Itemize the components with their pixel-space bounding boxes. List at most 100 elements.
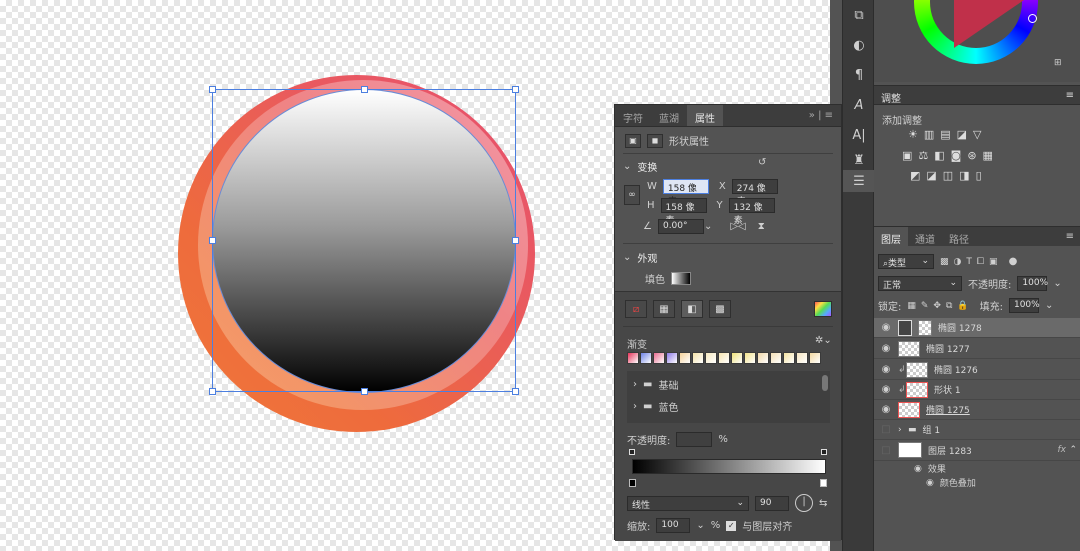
angle-dropdown-icon[interactable]: ⌄	[704, 221, 712, 232]
layer-row[interactable]: ◉ 椭圆 1277	[874, 339, 1080, 359]
scale-dropdown-icon[interactable]: ⌄	[696, 520, 704, 531]
opacity-field[interactable]	[676, 432, 713, 447]
layer-filter-select[interactable]: ⌕类型 ⌄	[878, 254, 934, 269]
gradient-preset-swatch[interactable]	[666, 352, 678, 364]
layer-row[interactable]: □ 图层 1283 fx ⌃	[874, 440, 1080, 461]
shape-icon[interactable]: ▣	[625, 133, 641, 148]
blend-mode-select[interactable]: 正常 ⌄	[878, 276, 962, 291]
character-icon[interactable]: A	[843, 90, 875, 120]
tab-character[interactable]: 字符	[615, 105, 651, 126]
eye-icon[interactable]: ◉	[914, 464, 922, 474]
layer-name[interactable]: 图层 1283	[928, 444, 972, 457]
handle-middle-left[interactable]	[209, 237, 216, 244]
angle-dial-icon[interactable]: |	[795, 494, 813, 512]
gradient-preset-swatch[interactable]	[757, 352, 769, 364]
width-field[interactable]: 158 像素	[662, 179, 709, 207]
gradient-preset-swatch[interactable]	[783, 352, 795, 364]
color-picker-icon[interactable]	[814, 301, 832, 317]
eye-hidden-icon[interactable]: □	[874, 445, 898, 456]
angle-field[interactable]: 0.00°	[657, 219, 704, 234]
eye-icon[interactable]: ◉	[874, 343, 898, 354]
handle-bottom-middle[interactable]	[361, 388, 368, 395]
gradient-preset-swatch[interactable]	[809, 352, 821, 364]
gradient-ramp[interactable]	[632, 459, 826, 474]
scale-field[interactable]: 100	[656, 518, 691, 533]
tab-paths[interactable]: 路径	[942, 227, 976, 246]
opacity-stop-left[interactable]	[629, 449, 635, 455]
layer-row[interactable]: ◉ 椭圆 1275	[874, 400, 1080, 420]
tab-channels[interactable]: 通道	[908, 227, 942, 246]
gradient-type-select[interactable]: 线性 ⌄	[627, 495, 749, 511]
transform-bounding-box[interactable]	[209, 86, 519, 395]
fill-swatch[interactable]	[671, 272, 691, 285]
panel-menu-icon[interactable]: ≡	[1066, 90, 1074, 101]
layer-name[interactable]: 椭圆 1277	[926, 342, 970, 355]
folder-item-blue[interactable]: › ▬ 蓝色	[633, 399, 678, 414]
hue-handle[interactable]	[1028, 14, 1037, 23]
layer-row[interactable]: □ › ▬ 组 1	[874, 420, 1080, 440]
gradient-preset-swatch[interactable]	[627, 352, 639, 364]
properties-icon[interactable]: ☰	[843, 170, 875, 192]
add-swatch-icon[interactable]: ⊞	[1054, 58, 1062, 68]
adjustment-icons-row-3[interactable]: ◩◪◫◨▯	[910, 169, 988, 182]
gear-icon[interactable]: ✲⌄	[815, 335, 832, 346]
layer-row[interactable]: ◉ ↲ 椭圆 1276	[874, 360, 1080, 380]
folder-item-basic[interactable]: › ▬ 基础	[633, 377, 678, 392]
layer-fill-field[interactable]: 100%	[1008, 298, 1040, 313]
solid-fill-icon[interactable]: ▦	[653, 300, 675, 318]
gradient-preset-swatch[interactable]	[679, 352, 691, 364]
adjustment-icons-row-1[interactable]: ☀▥▤◪▽	[908, 128, 988, 141]
handle-top-right[interactable]	[512, 86, 519, 93]
color-triangle[interactable]	[954, 0, 1024, 48]
eye-icon[interactable]: ◉	[874, 404, 898, 415]
opacity-dropdown-icon[interactable]: ⌄	[1053, 278, 1061, 289]
opacity-stop-right[interactable]	[821, 449, 827, 455]
layer-filter-icons[interactable]: ▩◑T⧠▣	[940, 257, 1003, 267]
align-checkbox[interactable]: ✓	[726, 520, 737, 531]
eye-icon[interactable]: ◉	[874, 322, 898, 333]
layer-name[interactable]: 椭圆 1276	[934, 363, 978, 376]
handle-middle-right[interactable]	[512, 237, 519, 244]
fx-badge[interactable]: fx	[1058, 445, 1067, 455]
gradient-angle-field[interactable]: 90	[755, 495, 789, 511]
handle-bottom-left[interactable]	[209, 388, 216, 395]
gradient-preset-swatch[interactable]	[796, 352, 808, 364]
layer-row[interactable]: ◉ 椭圆 1278	[874, 318, 1080, 338]
panel-menu-icon[interactable]: » | ≡	[801, 105, 841, 126]
color-icon[interactable]: ◐	[843, 30, 875, 60]
effects-row[interactable]: ◉ 效果	[914, 462, 946, 476]
layer-name[interactable]: 椭圆 1278	[938, 321, 982, 334]
mask-icon[interactable]: ◼	[647, 133, 663, 148]
layer-name[interactable]: 组 1	[923, 423, 941, 436]
flip-vertical-icon[interactable]: ⧗	[758, 221, 765, 232]
gradient-preset-swatch[interactable]	[692, 352, 704, 364]
tab-lanhu[interactable]: 蓝湖	[651, 105, 687, 126]
history-icon[interactable]: ⧉	[843, 0, 875, 30]
chevron-right-icon[interactable]: ›	[898, 425, 908, 435]
gradient-preset-swatch[interactable]	[705, 352, 717, 364]
eye-icon[interactable]: ◉	[926, 478, 934, 488]
gradient-preset-swatch[interactable]	[718, 352, 730, 364]
gradient-preset-swatch[interactable]	[770, 352, 782, 364]
gradient-fill-icon[interactable]: ◧	[681, 300, 703, 318]
flip-horizontal-icon[interactable]: ▷◁	[730, 221, 745, 232]
transform-section-header[interactable]: ⌄ 变换	[623, 159, 657, 174]
gradient-preset-swatch[interactable]	[731, 352, 743, 364]
paragraph-icon[interactable]: ¶	[843, 60, 875, 90]
color-stop-right[interactable]	[820, 479, 827, 487]
layer-name[interactable]: 形状 1	[934, 383, 961, 396]
layer-opacity-field[interactable]: 100%	[1017, 276, 1048, 291]
reset-icon[interactable]: ↺	[758, 157, 766, 168]
gradient-preset-swatch[interactable]	[640, 352, 652, 364]
height-field[interactable]: 158 像素	[660, 198, 707, 226]
gradient-preset-swatch[interactable]	[653, 352, 665, 364]
folder-scrollbar[interactable]	[822, 375, 828, 391]
layer-name[interactable]: 椭圆 1275	[926, 403, 970, 416]
no-fill-icon[interactable]: ⧄	[625, 300, 647, 318]
gradient-preset-swatch[interactable]	[744, 352, 756, 364]
layer-row[interactable]: ◉ ↲ 形状 1	[874, 380, 1080, 400]
plugin-icon[interactable]: ♜	[843, 150, 875, 170]
y-field[interactable]: 132 像素	[728, 198, 775, 226]
filter-toggle-icon[interactable]: ●	[1009, 256, 1018, 267]
panel-menu-icon[interactable]: ≡	[1066, 231, 1074, 242]
